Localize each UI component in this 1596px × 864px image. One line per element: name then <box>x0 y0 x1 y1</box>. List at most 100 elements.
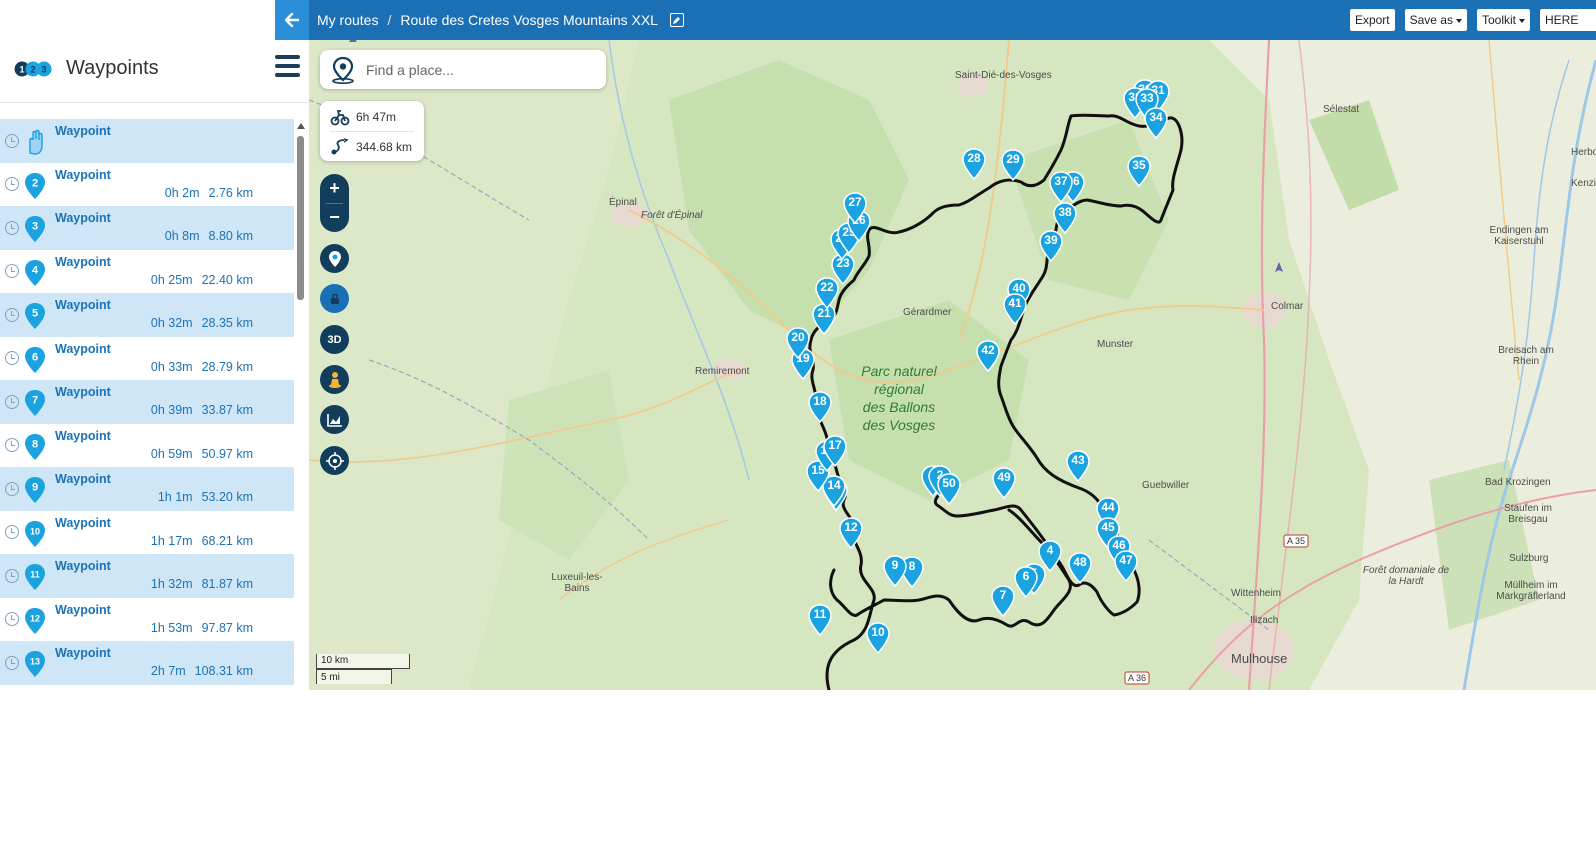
marker-label: 33 <box>1140 91 1154 105</box>
edit-icon[interactable] <box>669 13 684 27</box>
waypoint-time: 1h 53m <box>150 620 193 635</box>
hamburger-menu-icon[interactable] <box>275 55 300 82</box>
route-distance: 344.68 km <box>356 140 413 154</box>
clock-icon[interactable] <box>5 612 19 627</box>
waypoint-marker[interactable]: 43 <box>1066 450 1090 482</box>
marker-label: 47 <box>1119 553 1133 567</box>
waypoint-row[interactable]: 6 Waypoint 0h 33m 28.79 km <box>0 336 294 380</box>
waypoint-marker[interactable]: 12 <box>839 517 863 549</box>
place-label: Breisach am Rhein <box>1498 345 1554 367</box>
3d-view-button[interactable]: 3D <box>320 325 349 354</box>
map-background <box>309 40 1596 690</box>
scrollbar[interactable] <box>296 123 305 690</box>
breadcrumb-my-routes-link[interactable]: My routes <box>317 12 378 28</box>
waypoint-pin-icon: 7 <box>25 390 45 416</box>
motorcycle-time-icon <box>330 110 350 126</box>
waypoint-name: Waypoint <box>55 385 111 399</box>
toolkit-button[interactable]: Toolkit <box>1476 9 1530 31</box>
place-label: Remiremont <box>695 366 750 377</box>
street-view-button[interactable] <box>320 365 349 394</box>
waypoint-marker[interactable]: 48 <box>1068 552 1092 584</box>
export-button[interactable]: Export <box>1349 9 1395 31</box>
save-as-button[interactable]: Save as <box>1404 9 1467 31</box>
waypoint-pin-icon: 6 <box>25 346 45 373</box>
waypoint-marker[interactable]: 10 <box>866 622 890 654</box>
locate-me-button[interactable] <box>320 446 349 475</box>
divider <box>330 131 414 132</box>
waypoint-marker[interactable]: 9 <box>883 555 907 587</box>
clock-icon[interactable] <box>5 525 19 540</box>
clock-icon[interactable] <box>5 351 19 366</box>
map-provider-button[interactable]: HERE <box>1540 9 1596 31</box>
waypoint-row[interactable]: Waypoint <box>0 684 294 690</box>
breadcrumb: My routes / Route des Cretes Vosges Moun… <box>317 0 684 40</box>
waypoint-distance: 108.31 km <box>194 664 253 678</box>
waypoint-row[interactable]: 8 Waypoint 0h 59m 50.97 km <box>0 423 294 467</box>
waypoint-marker[interactable]: 29 <box>1001 149 1025 181</box>
waypoint-name: Waypoint <box>55 254 111 269</box>
waypoint-distance: 50.97 km <box>201 446 253 461</box>
waypoint-row[interactable]: 5 Waypoint 0h 32m 28.35 km <box>0 293 294 337</box>
place-search-input[interactable] <box>366 59 586 81</box>
waypoint-marker[interactable]: 41 <box>1003 293 1027 325</box>
place-label: Munster <box>1097 339 1134 350</box>
waypoint-row[interactable]: 7 Waypoint 0h 39m 33.87 km <box>0 380 294 424</box>
waypoint-marker[interactable]: 7 <box>991 585 1015 617</box>
park-label: Parc naturel régional des Ballons des Vo… <box>849 362 949 434</box>
zoom-out-button[interactable]: − <box>320 203 349 232</box>
app-window: My routes / Route des Cretes Vosges Moun… <box>0 0 1596 864</box>
waypoint-row[interactable]: 2 Waypoint 0h 2m 2.76 km <box>0 162 294 206</box>
waypoint-row[interactable]: Waypoint <box>0 119 294 163</box>
place-label: Luxeuil-les-Bains <box>551 572 603 594</box>
clock-icon[interactable] <box>5 264 19 279</box>
waypoint-marker[interactable]: 17 <box>823 435 847 467</box>
export-label: Export <box>1354 13 1390 27</box>
waypoint-row[interactable]: 13 Waypoint 2h 7m 108.31 km <box>0 641 294 685</box>
waypoint-marker[interactable]: 6 <box>1014 566 1038 598</box>
waypoint-marker[interactable]: 11 <box>808 604 832 636</box>
waypoint-marker[interactable]: 37 <box>1049 171 1073 203</box>
waypoint-marker[interactable]: 35 <box>1127 155 1151 187</box>
place-label: Bad Krozingen <box>1485 477 1551 488</box>
marker-label: 50 <box>942 476 956 490</box>
waypoint-row[interactable]: 9 Waypoint 1h 1m 53.20 km <box>0 467 294 511</box>
waypoint-marker[interactable]: 39 <box>1039 230 1063 262</box>
waypoint-row[interactable]: 11 Waypoint 1h 32m 81.87 km <box>0 554 294 598</box>
elevation-profile-button[interactable] <box>320 405 349 434</box>
clock-icon[interactable] <box>5 438 19 453</box>
clock-icon[interactable] <box>5 481 19 496</box>
waypoint-row[interactable]: 4 Waypoint 0h 25m 22.40 km <box>0 249 294 293</box>
clock-icon[interactable] <box>5 394 19 409</box>
chart-icon <box>326 413 342 427</box>
waypoint-row[interactable]: 3 Waypoint 0h 8m 8.80 km <box>0 206 294 250</box>
clock-icon[interactable] <box>5 177 19 192</box>
clock-icon[interactable] <box>5 655 19 670</box>
add-waypoint-button[interactable] <box>320 244 349 273</box>
clock-icon[interactable] <box>5 568 19 583</box>
waypoint-marker[interactable]: 18 <box>808 391 832 423</box>
waypoint-marker[interactable]: 50 <box>937 473 961 505</box>
waypoint-marker[interactable]: 47 <box>1114 550 1138 582</box>
clock-icon[interactable] <box>5 307 19 322</box>
waypoint-distance: 33.87 km <box>201 403 253 417</box>
waypoint-marker[interactable]: 20 <box>786 327 810 359</box>
waypoint-row[interactable]: 10 Waypoint 1h 17m 68.21 km <box>0 510 294 554</box>
scrollbar-thumb[interactable] <box>297 136 304 300</box>
clock-icon[interactable] <box>5 220 19 235</box>
scroll-up-arrow-icon[interactable] <box>297 123 305 129</box>
waypoint-marker[interactable]: 28 <box>962 148 986 180</box>
clock-icon[interactable] <box>5 133 19 148</box>
waypoint-time: 2h 7m <box>150 664 186 678</box>
waypoint-marker[interactable]: 49 <box>992 467 1016 499</box>
waypoint-distance: 97.87 km <box>201 620 253 635</box>
map-view[interactable]: Saint-Dié-des-Vosges Sélestat Épinal For… <box>309 40 1596 690</box>
park-label-line: Parc naturel <box>861 363 937 379</box>
waypoint-row[interactable]: 12 Waypoint 1h 53m 97.87 km <box>0 597 294 641</box>
waypoint-marker[interactable]: 42 <box>976 340 1000 372</box>
waypoint-marker[interactable]: 27 <box>843 192 867 224</box>
marker-label: 35 <box>1132 158 1146 172</box>
lock-button[interactable] <box>320 284 349 313</box>
zoom-in-button[interactable]: + <box>320 174 349 203</box>
back-button[interactable] <box>275 0 309 40</box>
waypoint-marker[interactable]: 34 <box>1144 107 1168 139</box>
